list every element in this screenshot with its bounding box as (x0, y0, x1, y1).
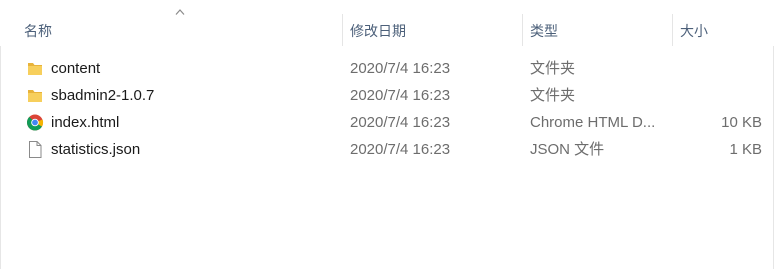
folder-icon (28, 90, 42, 102)
column-divider[interactable] (342, 14, 343, 46)
file-explorer-pane: 名称 修改日期 类型 大小 content 2020/7/4 16:23 文件夹… (0, 0, 774, 269)
file-date-modified: 2020/7/4 16:23 (350, 114, 451, 131)
file-type: 文件夹 (530, 60, 576, 77)
file-type: Chrome HTML D... (530, 114, 656, 131)
column-header-date-modified[interactable]: 修改日期 (350, 20, 406, 42)
column-header-size[interactable]: 大小 (680, 20, 708, 42)
file-type: 文件夹 (530, 87, 576, 104)
file-name: index.html (51, 114, 120, 131)
column-header-bar: 名称 修改日期 类型 大小 (0, 0, 774, 46)
file-name: content (51, 60, 101, 77)
file-list: content 2020/7/4 16:23 文件夹 sbadmin2-1.0.… (0, 55, 774, 163)
file-name: statistics.json (51, 141, 141, 158)
file-type: JSON 文件 (530, 141, 605, 158)
file-size: 1 KB (729, 141, 762, 158)
chrome-icon (26, 114, 44, 131)
folder-icon (28, 63, 42, 75)
file-date-modified: 2020/7/4 16:23 (350, 60, 451, 77)
column-header-type[interactable]: 类型 (530, 20, 558, 42)
file-name: sbadmin2-1.0.7 (51, 87, 155, 104)
file-date-modified: 2020/7/4 16:23 (350, 87, 451, 104)
file-row-sbadmin2[interactable]: sbadmin2-1.0.7 2020/7/4 16:23 文件夹 (0, 82, 774, 109)
column-divider[interactable] (522, 14, 523, 46)
sort-up-chevron-icon (175, 9, 185, 15)
file-row-index-html[interactable]: index.html 2020/7/4 16:23 Chrome HTML D.… (0, 109, 774, 136)
file-row-content[interactable]: content 2020/7/4 16:23 文件夹 (0, 55, 774, 82)
file-date-modified: 2020/7/4 16:23 (350, 141, 451, 158)
column-divider[interactable] (672, 14, 673, 46)
column-header-name[interactable]: 名称 (24, 20, 52, 42)
file-row-statistics-json[interactable]: statistics.json 2020/7/4 16:23 JSON 文件 1… (0, 136, 774, 163)
file-size: 10 KB (721, 114, 762, 131)
document-icon (29, 141, 42, 158)
